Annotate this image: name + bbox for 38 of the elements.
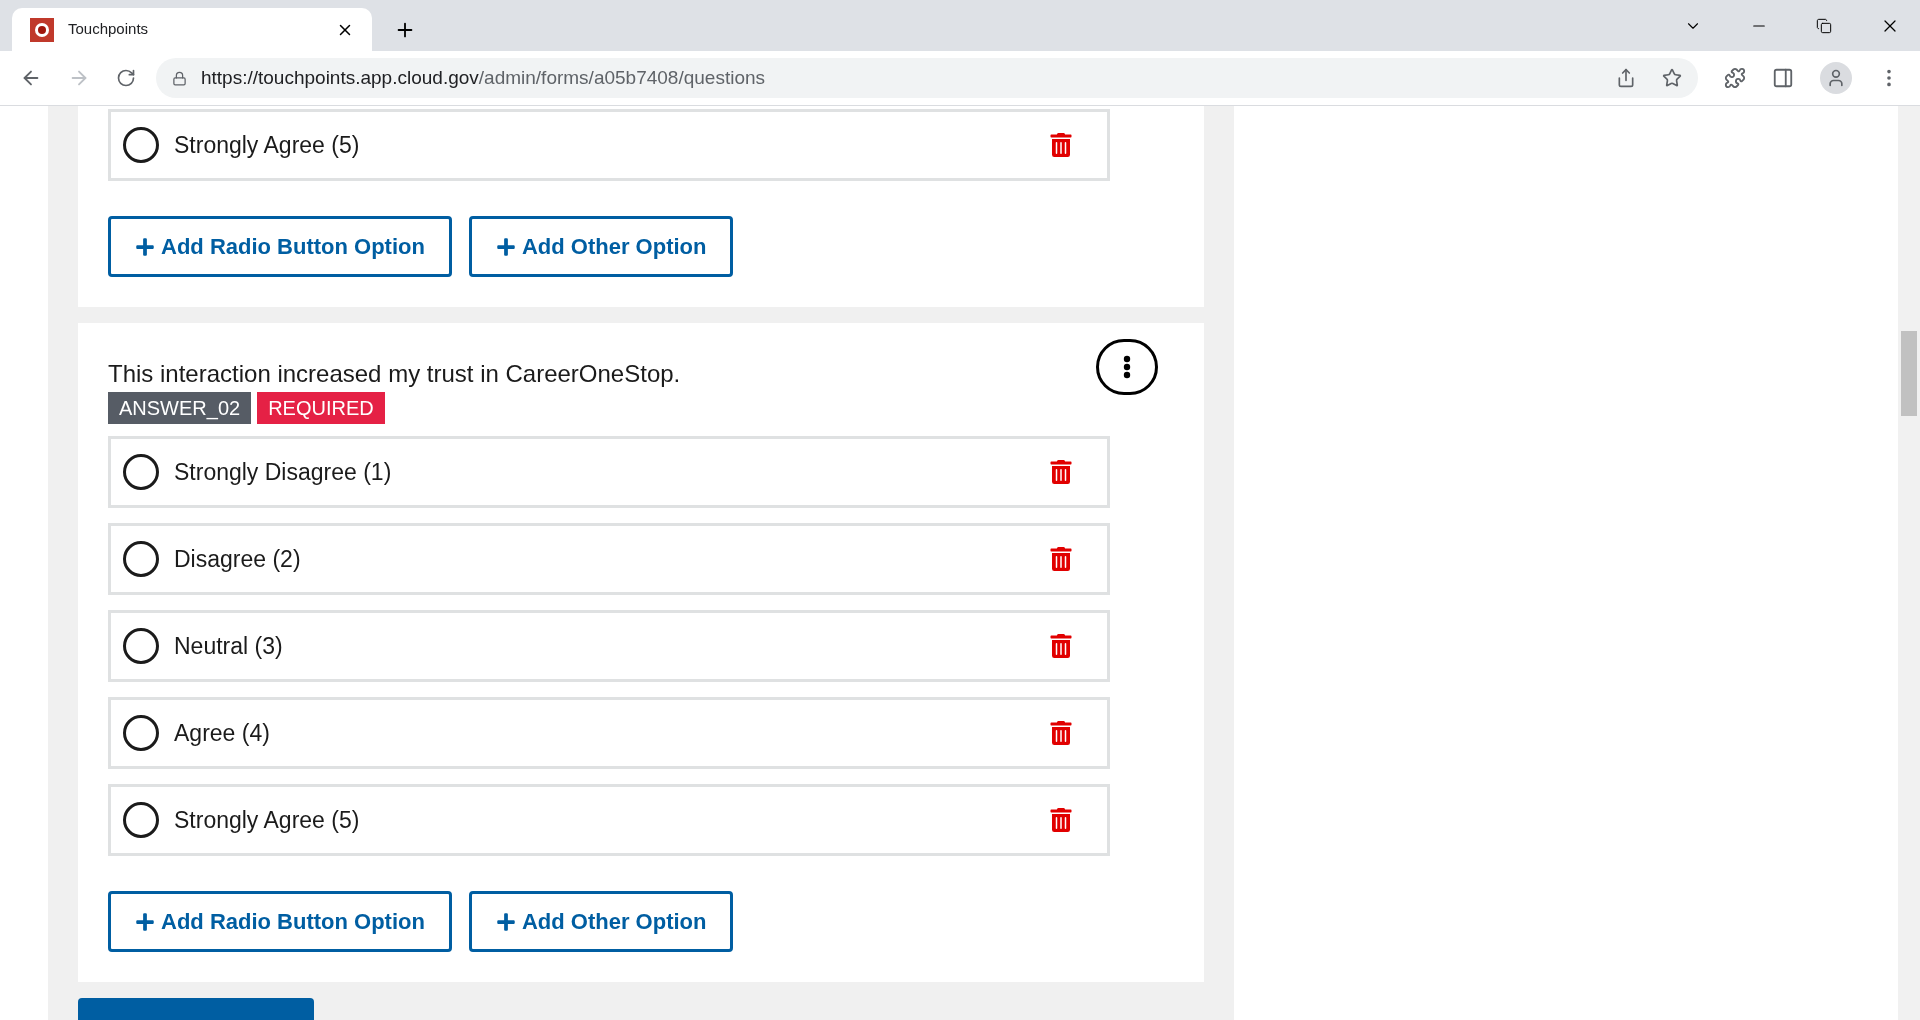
option-label: Strongly Disagree (1) (174, 457, 393, 487)
option-label: Neutral (3) (174, 631, 284, 661)
option-label: Strongly Agree (5) (174, 805, 361, 835)
add-option-button[interactable]: Add Radio Button Option (108, 216, 452, 277)
trash-icon[interactable] (1049, 634, 1073, 658)
add-option-button[interactable]: Add Other Option (468, 216, 734, 277)
plus-icon (495, 911, 516, 932)
profile-icon[interactable] (1820, 62, 1852, 94)
plus-icon (495, 236, 516, 257)
lock-icon (172, 70, 187, 86)
site-logo-icon (30, 17, 54, 42)
browser-tab[interactable]: Touchpoints (12, 8, 372, 51)
star-icon[interactable] (1662, 68, 1682, 88)
option-label: Disagree (2) (174, 544, 302, 574)
side-panel-icon[interactable] (1772, 67, 1794, 89)
tag: REQUIRED (257, 392, 385, 424)
share-icon[interactable] (1616, 68, 1636, 88)
option-label: Strongly Agree (5) (174, 130, 361, 160)
extensions-icon[interactable] (1724, 67, 1746, 89)
add-option-button[interactable]: Add Radio Button Option (108, 891, 452, 952)
option-label: Agree (4) (174, 718, 271, 748)
plus-icon (135, 236, 155, 257)
trash-icon[interactable] (1049, 133, 1073, 157)
trash-icon[interactable] (1049, 547, 1073, 571)
reload-icon[interactable] (116, 68, 136, 88)
tab-title: Touchpoints (68, 19, 150, 40)
plus-icon (135, 911, 155, 932)
tag: ANSWER_02 (108, 392, 252, 424)
trash-icon[interactable] (1049, 721, 1073, 745)
restore-icon[interactable] (1816, 17, 1832, 34)
more-icon (1123, 355, 1131, 379)
add-option-button[interactable]: Add Other Option (468, 891, 734, 952)
trash-icon[interactable] (1049, 808, 1073, 832)
more-options-button[interactable] (1096, 339, 1158, 395)
trash-icon[interactable] (1049, 460, 1073, 484)
url-text: https://touchpoints.app.cloud.gov/admin/forms/a05b7408/questions (201, 65, 767, 90)
address-bar[interactable]: https://touchpoints.app.cloud.gov/admin/forms/a05b7408/questions (156, 58, 1698, 98)
question-text: This interaction increased my trust in CareerOneStop. (108, 359, 681, 389)
